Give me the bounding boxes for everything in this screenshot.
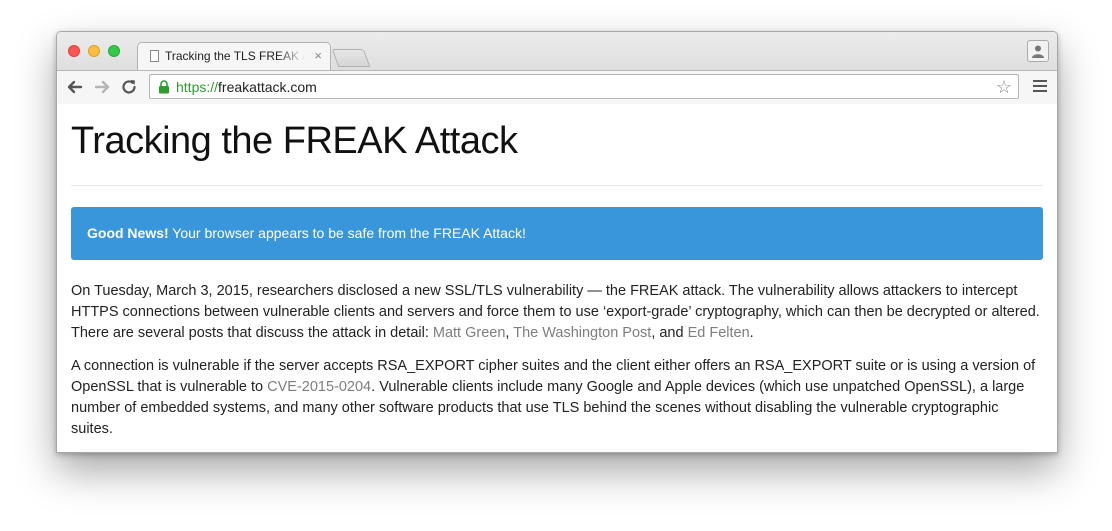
page-content: Tracking the FREAK Attack Good News! You…	[57, 104, 1057, 452]
forward-icon[interactable]	[92, 77, 112, 97]
close-window-button[interactable]	[68, 45, 80, 57]
intro-paragraph: On Tuesday, March 3, 2015, researchers d…	[71, 283, 1040, 341]
lock-icon	[158, 80, 170, 99]
tab-title: Tracking the TLS FREAK Attack	[165, 49, 305, 63]
reload-icon[interactable]	[119, 77, 139, 97]
link-ed-felten[interactable]: Ed Felten	[688, 325, 750, 341]
link-cve[interactable]: CVE-2015-0204	[267, 379, 371, 395]
url-text: https://freakattack.com	[176, 79, 317, 95]
back-icon[interactable]	[65, 77, 85, 97]
page-title: Tracking the FREAK Attack	[71, 120, 518, 162]
menu-icon[interactable]	[1033, 80, 1047, 95]
vulnerability-paragraph: A connection is vulnerable if the server…	[71, 358, 1036, 437]
new-tab-button[interactable]	[331, 49, 371, 67]
browser-window: Tracking the TLS FREAK Attack × https://…	[56, 31, 1058, 453]
tab-close-icon[interactable]: ×	[314, 48, 322, 63]
link-matt-green[interactable]: Matt Green	[433, 325, 506, 341]
minimize-window-button[interactable]	[88, 45, 100, 57]
maximize-window-button[interactable]	[108, 45, 120, 57]
divider	[71, 185, 1043, 186]
alert-message: Your browser appears to be safe from the…	[168, 225, 526, 241]
url-scheme: https://	[176, 79, 219, 95]
alert-strong: Good News!	[87, 225, 169, 241]
title-bar: Tracking the TLS FREAK Attack ×	[57, 32, 1057, 71]
tab-active[interactable]: Tracking the TLS FREAK Attack ×	[137, 42, 331, 71]
url-host: freakattack.com	[218, 79, 317, 95]
star-icon[interactable]: ☆	[996, 77, 1012, 98]
profile-icon[interactable]	[1027, 40, 1049, 62]
document-icon	[150, 50, 159, 62]
link-washington-post[interactable]: The Washington Post	[513, 325, 651, 341]
address-bar[interactable]: https://freakattack.com ☆	[149, 74, 1019, 99]
toolbar: https://freakattack.com ☆	[57, 70, 1057, 105]
status-alert: Good News! Your browser appears to be sa…	[71, 207, 1043, 260]
